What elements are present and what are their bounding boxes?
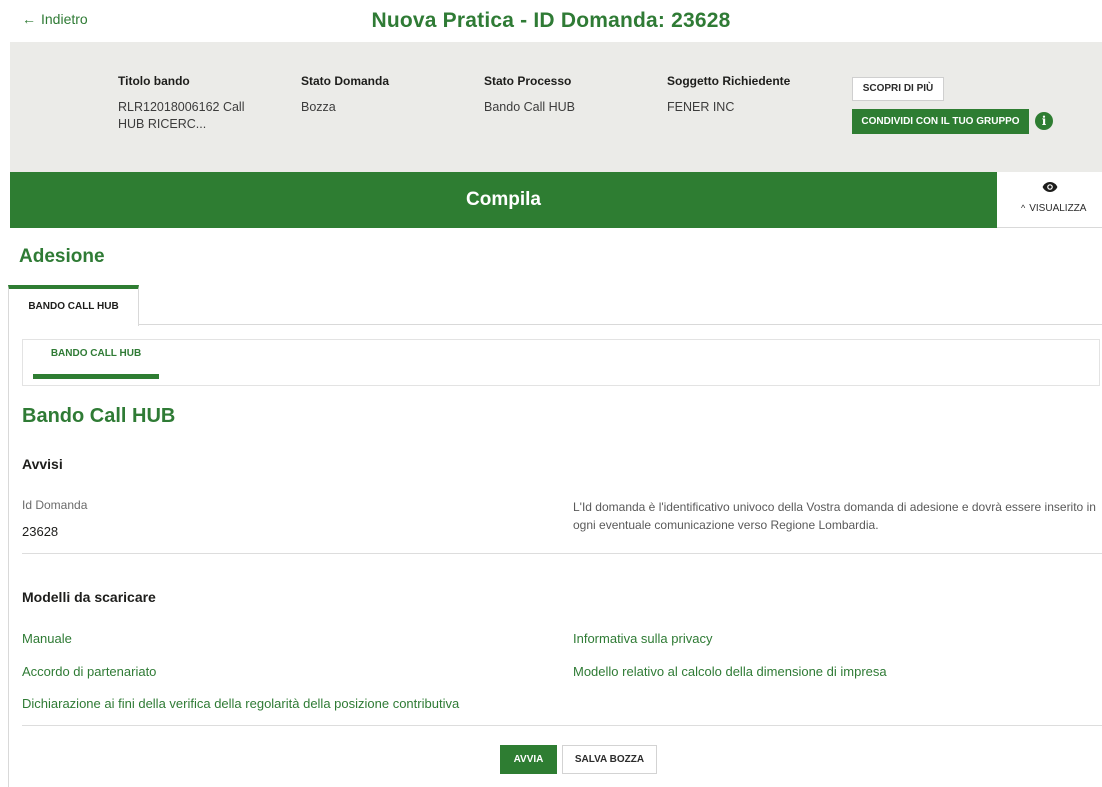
section-title: Adesione — [19, 246, 105, 267]
titolo-bando-field: Titolo bando RLR12018006162 Call HUB RIC… — [118, 74, 268, 133]
visualizza-label: VISUALIZZA — [1029, 203, 1087, 214]
accordo-partenariato-link[interactable]: Accordo di partenariato — [22, 664, 156, 679]
summary-panel: Titolo bando RLR12018006162 Call HUB RIC… — [10, 42, 1102, 172]
avvisi-heading: Avvisi — [22, 456, 63, 472]
titolo-bando-value: RLR12018006162 Call HUB RICERC... — [118, 100, 245, 131]
tab-bar: BANDO CALL HUB — [8, 285, 1102, 326]
top-header: ← Indietro Nuova Pratica - ID Domanda: 23… — [0, 0, 1102, 42]
dichiarazione-regolarita-link[interactable]: Dichiarazione ai fini della verifica del… — [22, 696, 459, 711]
modello-dimensione-impresa-link[interactable]: Modello relativo al calcolo della dimens… — [573, 664, 887, 679]
soggetto-richiedente-value: FENER INC — [667, 100, 735, 114]
stato-processo-field: Stato Processo Bando Call HUB — [484, 74, 634, 116]
form-heading: Bando Call HUB — [22, 405, 176, 427]
stato-domanda-label: Stato Domanda — [301, 74, 390, 88]
id-domanda-note: L'Id domanda è l'identificativo univoco … — [573, 500, 1096, 532]
soggetto-richiedente-label: Soggetto Richiedente — [667, 74, 791, 88]
modelli-heading: Modelli da scaricare — [22, 589, 156, 605]
compila-label: Compila — [466, 189, 541, 210]
stato-processo-value: Bando Call HUB — [484, 100, 576, 114]
visualizza-toggle[interactable]: ^ VISUALIZZA — [997, 172, 1102, 228]
avvia-button[interactable]: AVVIA — [500, 745, 557, 774]
divider — [22, 725, 1102, 726]
page-title: Nuova Pratica - ID Domanda: 23628 — [371, 9, 731, 32]
divider — [22, 553, 1102, 554]
chevron-up-icon: ^ — [1021, 203, 1026, 213]
compila-bar: Compila — [10, 172, 997, 228]
soggetto-richiedente-field: Soggetto Richiedente FENER INC — [667, 74, 817, 116]
info-icon[interactable]: i — [1035, 112, 1053, 130]
visualizza-label-wrap: ^ VISUALIZZA — [1021, 203, 1086, 214]
stato-processo-label: Stato Processo — [484, 74, 572, 88]
scopri-di-piu-button[interactable]: SCOPRI DI PIÙ — [852, 77, 944, 101]
stato-domanda-field: Stato Domanda Bozza — [301, 74, 441, 116]
eye-icon — [1042, 182, 1058, 192]
stato-domanda-value: Bozza — [301, 100, 336, 114]
id-domanda-value: 23628 — [22, 524, 59, 539]
titolo-bando-label: Titolo bando — [118, 74, 190, 88]
content-left-border — [8, 325, 9, 787]
salva-bozza-button[interactable]: SALVA BOZZA — [562, 745, 657, 774]
tab-bando-call-hub[interactable]: BANDO CALL HUB — [8, 285, 139, 326]
subtab-bar: BANDO CALL HUB — [22, 339, 1100, 386]
subtab-bando-call-hub[interactable]: BANDO CALL HUB — [33, 340, 159, 379]
manuale-link[interactable]: Manuale — [22, 631, 72, 646]
condividi-gruppo-button[interactable]: CONDIVIDI CON IL TUO GRUPPO — [852, 109, 1029, 134]
id-domanda-label: Id Domanda — [22, 498, 88, 512]
informativa-privacy-link[interactable]: Informativa sulla privacy — [573, 631, 712, 646]
